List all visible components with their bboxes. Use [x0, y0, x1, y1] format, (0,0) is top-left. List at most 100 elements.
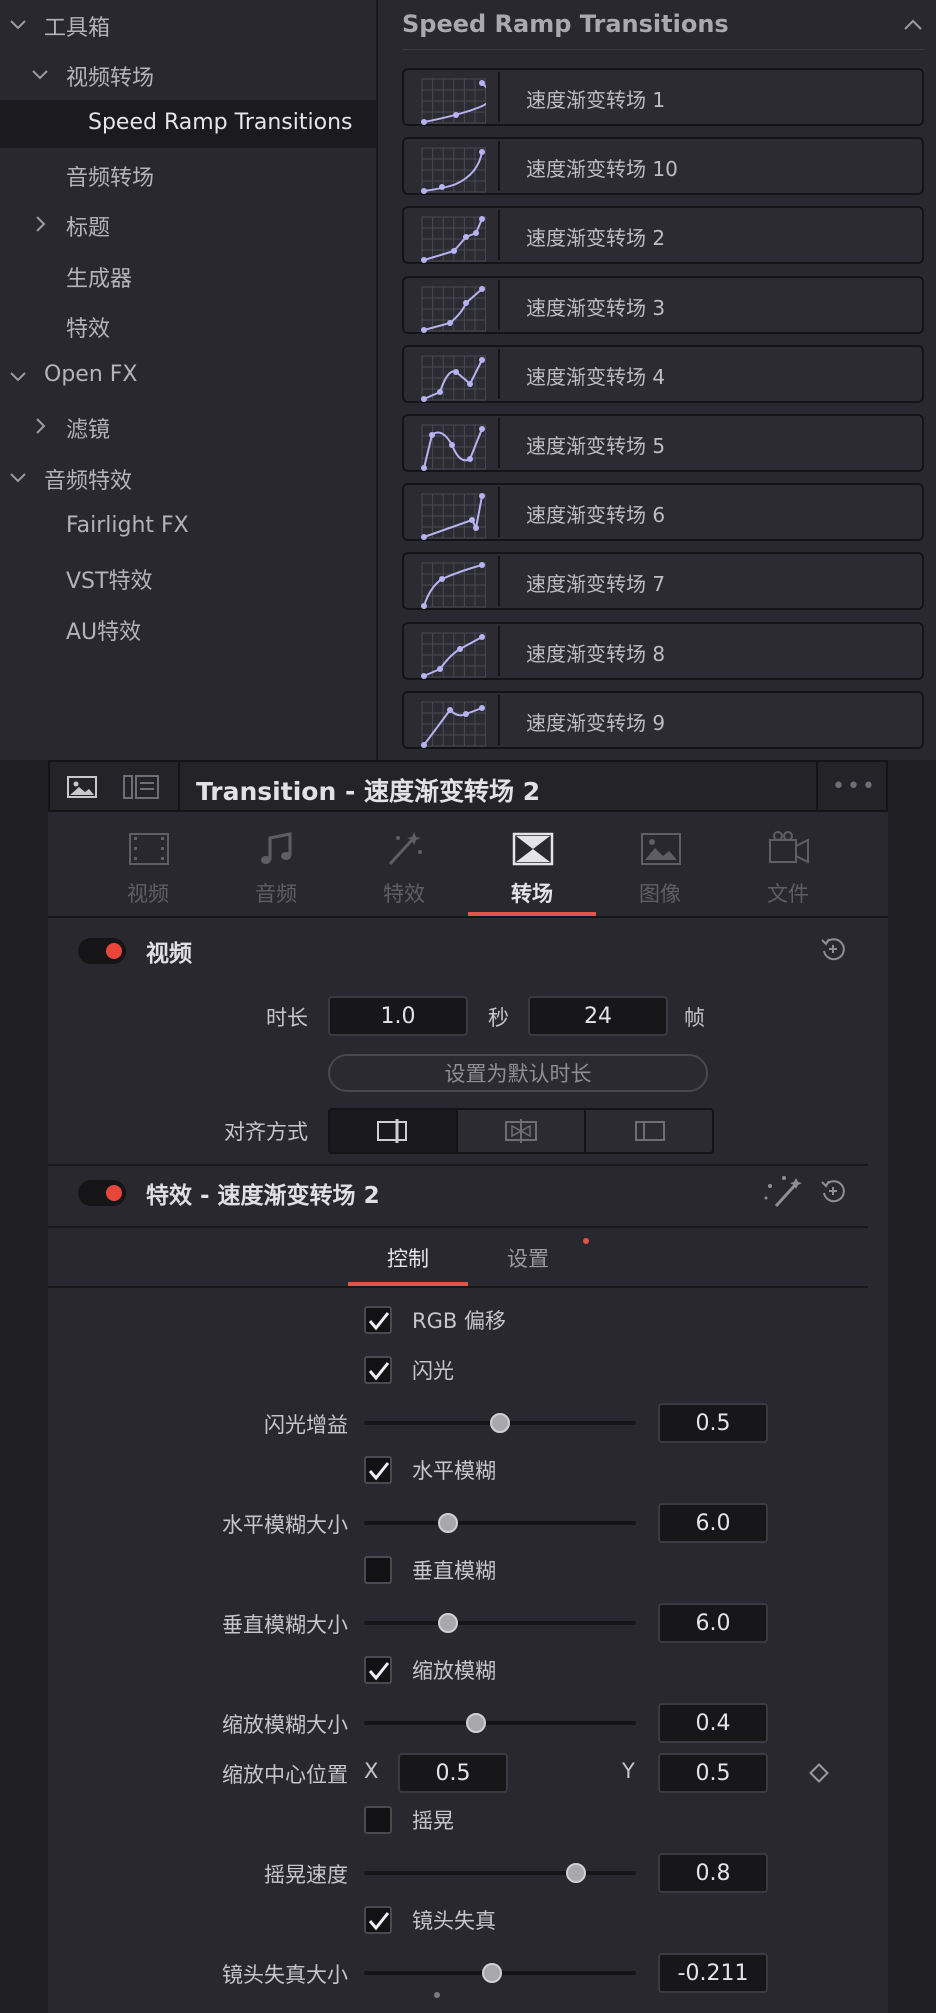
tab-controls[interactable]: 控制 — [348, 1230, 468, 1286]
layout-panel-icon[interactable] — [122, 774, 160, 800]
zoom-center-y-field[interactable]: 0.5 — [658, 1753, 768, 1793]
zoom-blur-size-field[interactable]: 0.4 — [658, 1703, 768, 1743]
tab-label: 图像 — [639, 882, 681, 906]
tab-transition[interactable]: 转场 — [468, 812, 596, 916]
flash-gain-slider[interactable] — [364, 1410, 636, 1436]
slider-handle[interactable] — [566, 1863, 587, 1883]
tab-image[interactable]: 图像 — [596, 812, 724, 916]
slider-handle[interactable] — [490, 1413, 510, 1433]
shake-speed-field[interactable]: 0.8 — [658, 1853, 768, 1893]
tab-settings[interactable]: 设置 — [468, 1230, 588, 1286]
magic-wand-icon[interactable] — [762, 1174, 802, 1210]
tree-item[interactable]: 生成器 — [0, 251, 376, 299]
chevron-down-icon[interactable] — [4, 10, 32, 38]
slider-handle[interactable] — [481, 1963, 502, 1983]
transition-thumbnail — [406, 418, 500, 471]
chevron-down-icon[interactable] — [4, 463, 32, 491]
transition-item-label: 速度渐变转场 2 — [526, 226, 666, 251]
more-options-icon[interactable]: ••• — [832, 774, 875, 799]
video-section-toggle[interactable] — [78, 938, 126, 964]
align-center-button[interactable] — [458, 1110, 586, 1152]
align-start-button[interactable] — [586, 1110, 712, 1152]
tree-item[interactable]: 工具箱 — [0, 0, 376, 48]
transition-item[interactable]: 速度渐变转场 9 — [402, 690, 924, 749]
tab-music-note[interactable]: 音频 — [212, 812, 340, 916]
v-blur-size-slider[interactable] — [364, 1610, 636, 1636]
tree-item[interactable]: Fairlight FX — [0, 503, 376, 551]
chevron-down-icon[interactable] — [4, 362, 32, 390]
v-blur-size-field[interactable]: 6.0 — [658, 1603, 768, 1643]
chevron-right-icon[interactable] — [26, 210, 54, 238]
tab-file-camera[interactable]: 文件 — [724, 812, 852, 916]
transition-item[interactable]: 速度渐变转场 3 — [402, 275, 924, 334]
chevron-up-icon[interactable] — [902, 14, 924, 36]
h-blur-checkbox[interactable] — [364, 1456, 392, 1484]
rgb-shift-checkbox[interactable] — [364, 1306, 392, 1334]
section-divider — [48, 1286, 868, 1288]
tree-item[interactable]: 特效 — [0, 301, 376, 349]
tab-magic-wand[interactable]: 特效 — [340, 812, 468, 916]
tree-item[interactable]: AU特效 — [0, 604, 376, 652]
tree-item-label: 工具箱 — [44, 16, 111, 41]
duration-frames-field[interactable]: 24 — [528, 996, 668, 1036]
align-end-button[interactable] — [330, 1110, 458, 1152]
transition-thumbnail — [406, 279, 500, 333]
transition-item[interactable]: 速度渐变转场 8 — [402, 621, 924, 680]
tree-item[interactable]: Open FX — [0, 352, 376, 400]
h-blur-size-label: 水平模糊大小 — [222, 1513, 348, 1537]
keyframe-diamond-icon[interactable] — [809, 1763, 829, 1783]
shake-speed-label: 摇晃速度 — [264, 1863, 348, 1887]
shake-checkbox[interactable] — [364, 1806, 392, 1834]
slider-handle[interactable] — [438, 1513, 459, 1533]
effect-section-toggle[interactable] — [78, 1180, 126, 1206]
chevron-right-icon[interactable] — [26, 412, 54, 440]
tab-label: 转场 — [511, 882, 553, 906]
tree-item[interactable]: VST特效 — [0, 553, 376, 601]
tree-item-label: 生成器 — [66, 267, 133, 292]
inspector-tabs: 视频 音频 特效 转场 图像 文件 — [48, 812, 888, 918]
tree-item[interactable]: 标题 — [0, 200, 376, 248]
v-blur-checkbox[interactable] — [364, 1556, 392, 1584]
tree-item[interactable]: 视频转场 — [0, 50, 376, 98]
transition-item[interactable]: 速度渐变转场 6 — [402, 483, 924, 542]
tree-item[interactable]: 音频转场 — [0, 150, 376, 198]
zoom-center-x-field[interactable]: 0.5 — [398, 1753, 508, 1793]
chevron-down-icon[interactable] — [26, 60, 54, 88]
transition-thumbnail — [406, 72, 500, 125]
speed-curve-icon — [421, 424, 486, 471]
zoom-blur-size-slider[interactable] — [364, 1710, 636, 1736]
tree-item[interactable]: 滤镜 — [0, 402, 376, 450]
slider-handle[interactable] — [465, 1713, 486, 1733]
tab-film[interactable]: 视频 — [84, 812, 212, 916]
reset-icon[interactable] — [818, 1176, 848, 1206]
speed-curve-icon — [421, 216, 486, 264]
align-start-icon — [635, 1121, 665, 1141]
alignment-label: 对齐方式 — [224, 1120, 308, 1144]
duration-seconds-field[interactable]: 1.0 — [328, 996, 468, 1036]
zoom-blur-checkbox[interactable] — [364, 1656, 392, 1684]
transition-item[interactable]: 速度渐变转场 1 — [402, 68, 924, 126]
speed-curve-icon — [421, 632, 486, 679]
h-blur-size-slider[interactable] — [364, 1510, 636, 1536]
image-viewer-icon[interactable] — [66, 774, 98, 800]
h-blur-size-field[interactable]: 6.0 — [658, 1503, 768, 1543]
tree-item[interactable]: 音频特效 — [0, 453, 376, 501]
inspector-panel: Transition - 速度渐变转场 2 ••• 视频 音频 特效 转场 图像… — [48, 760, 888, 2013]
tree-item[interactable]: Speed Ramp Transitions — [0, 100, 376, 148]
flash-checkbox[interactable] — [364, 1356, 392, 1384]
set-default-duration-button[interactable]: 设置为默认时长 — [328, 1054, 708, 1092]
shake-speed-slider[interactable] — [364, 1860, 636, 1886]
transition-item[interactable]: 速度渐变转场 7 — [402, 552, 924, 611]
transition-item[interactable]: 速度渐变转场 5 — [402, 414, 924, 472]
lens-distort-checkbox[interactable] — [364, 1906, 392, 1934]
flash-gain-field[interactable]: 0.5 — [658, 1403, 768, 1443]
lens-distort-size-field[interactable]: -0.211 — [658, 1953, 768, 1993]
lens-distort-size-slider[interactable] — [364, 1960, 636, 1986]
tab-label: 音频 — [255, 882, 297, 906]
reset-icon[interactable] — [818, 934, 848, 964]
transition-item[interactable]: 速度渐变转场 4 — [402, 344, 924, 403]
transition-item[interactable]: 速度渐变转场 10 — [402, 137, 924, 196]
transition-item[interactable]: 速度渐变转场 2 — [402, 206, 924, 265]
frames-unit: 帧 — [684, 1006, 705, 1030]
slider-handle[interactable] — [438, 1613, 459, 1633]
